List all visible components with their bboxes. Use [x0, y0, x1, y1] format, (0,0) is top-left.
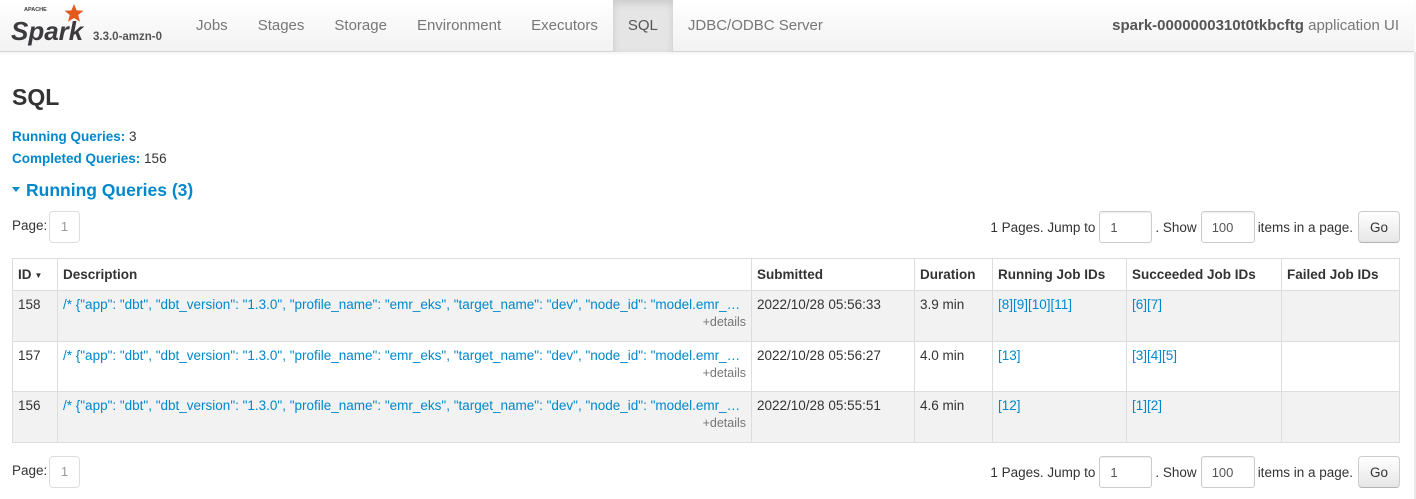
- running-job-ids-cell: [8][9][10][11]: [992, 290, 1127, 342]
- nav-tab-stages[interactable]: Stages: [243, 0, 320, 52]
- query-description-link[interactable]: /* {"app": "dbt", "dbt_version": "1.3.0"…: [63, 398, 746, 413]
- duration: 4.0 min: [914, 340, 993, 392]
- page-number-button[interactable]: 1: [49, 456, 80, 488]
- completed-queries-link[interactable]: Completed Queries:: [12, 151, 140, 166]
- pager-controls: 1 Pages. Jump to . Show items in a page.…: [990, 211, 1400, 243]
- pages-jump-text: 1 Pages. Jump to: [990, 219, 1096, 235]
- column-header-duration[interactable]: Duration: [914, 258, 993, 291]
- app-title-suffix: application UI: [1303, 17, 1399, 34]
- pager-bottom: Page: 1 1 Pages. Jump to . Show items in…: [12, 456, 1400, 489]
- nav-tab-environment[interactable]: Environment: [402, 0, 516, 52]
- completed-queries-count: 156: [144, 150, 167, 166]
- running-job-ids-cell: [13]: [992, 340, 1127, 392]
- running-queries-section-toggle[interactable]: Running Queries (3): [12, 180, 193, 201]
- page-label: Page:: [12, 218, 48, 233]
- column-header-submitted[interactable]: Submitted: [751, 258, 915, 291]
- svg-text:Spark: Spark: [11, 16, 85, 46]
- page-size-input[interactable]: [1200, 211, 1255, 243]
- pager-controls: 1 Pages. Jump to . Show items in a page.…: [990, 456, 1400, 488]
- details-toggle[interactable]: +details: [63, 315, 746, 329]
- submitted-time: 2022/10/28 05:55:51: [751, 391, 915, 443]
- running-queries-table: ID ▼ Description Submitted Duration Runni…: [12, 258, 1400, 443]
- duration: 4.6 min: [914, 391, 993, 443]
- page-title: SQL: [12, 84, 60, 110]
- running-job-ids-link[interactable]: [13]: [998, 348, 1021, 363]
- running-job-ids-cell: [12]: [992, 391, 1127, 443]
- app-title: spark-0000000310t0tkbcftg application UI: [1112, 0, 1399, 52]
- submitted-time: 2022/10/28 05:56:33: [751, 290, 915, 342]
- succeeded-job-ids-link[interactable]: [6][7]: [1132, 297, 1162, 312]
- running-queries-section-title: Running Queries (3): [26, 180, 194, 200]
- nav-tab-jobs[interactable]: Jobs: [181, 0, 243, 52]
- succeeded-job-ids-cell: [6][7]: [1126, 290, 1282, 342]
- running-job-ids-link[interactable]: [8][9][10][11]: [998, 297, 1072, 312]
- query-id: 157: [12, 340, 58, 392]
- table-row: 157 /* {"app": "dbt", "dbt_version": "1.3…: [12, 340, 1400, 392]
- nav-tab-storage[interactable]: Storage: [319, 0, 402, 52]
- nav-tab-sql[interactable]: SQL: [612, 0, 673, 52]
- nav-tab-executors[interactable]: Executors: [516, 0, 613, 52]
- running-queries-count: 3: [129, 129, 137, 144]
- page-number-button[interactable]: 1: [49, 211, 80, 243]
- spark-version: 3.3.0-amzn-0: [93, 31, 163, 43]
- query-description-link[interactable]: /* {"app": "dbt", "dbt_version": "1.3.0"…: [63, 348, 746, 363]
- table-row: 156 /* {"app": "dbt", "dbt_version": "1.3…: [12, 391, 1400, 443]
- nav-tab-jdbc-odbc-server[interactable]: JDBC/ODBC Server: [673, 0, 838, 52]
- succeeded-job-ids-cell: [1][2]: [1126, 391, 1282, 443]
- running-queries-link[interactable]: Running Queries:: [12, 129, 125, 144]
- items-per-page-text: items in a page.: [1257, 464, 1353, 480]
- pager-top: Page: 1 1 Pages. Jump to . Show items in…: [12, 211, 1400, 244]
- show-text: . Show: [1155, 464, 1197, 480]
- items-per-page-text: items in a page.: [1257, 219, 1353, 235]
- query-summary: Running Queries: 3 Completed Queries: 15…: [12, 126, 167, 169]
- pages-jump-text: 1 Pages. Jump to: [990, 464, 1096, 480]
- main-nav-tabs: Jobs Stages Storage Environment Executors SQL…: [181, 0, 838, 52]
- jump-to-page-input[interactable]: [1099, 211, 1153, 243]
- sort-desc-icon: ▼: [34, 271, 43, 280]
- details-toggle[interactable]: +details: [63, 366, 746, 380]
- running-job-ids-link[interactable]: [12]: [998, 398, 1021, 413]
- failed-job-ids-cell: [1281, 290, 1400, 342]
- show-text: . Show: [1155, 219, 1197, 235]
- column-header-running-job-ids: Running Job IDs: [992, 258, 1127, 291]
- spark-logo-icon: APACHE Spark: [11, 4, 85, 46]
- query-id: 156: [12, 391, 58, 443]
- page-label: Page:: [12, 463, 48, 478]
- go-button[interactable]: Go: [1358, 211, 1400, 243]
- spark-logo-link[interactable]: APACHE Spark 3.3.0-amzn-0: [10, 2, 180, 50]
- jump-to-page-input[interactable]: [1099, 456, 1153, 488]
- column-header-failed-job-ids: Failed Job IDs: [1281, 258, 1400, 291]
- go-button[interactable]: Go: [1358, 456, 1400, 488]
- table-row: 158 /* {"app": "dbt", "dbt_version": "1.3…: [12, 290, 1400, 342]
- column-header-id[interactable]: ID ▼: [12, 258, 58, 291]
- details-toggle[interactable]: +details: [63, 416, 746, 430]
- svg-text:APACHE: APACHE: [24, 7, 47, 13]
- query-description-cell: /* {"app": "dbt", "dbt_version": "1.3.0"…: [57, 290, 752, 342]
- duration: 3.9 min: [914, 290, 993, 342]
- submitted-time: 2022/10/28 05:56:27: [751, 340, 915, 392]
- table-header-row: ID ▼ Description Submitted Duration Runni…: [12, 258, 1400, 291]
- succeeded-job-ids-cell: [3][4][5]: [1126, 340, 1282, 392]
- app-id: spark-0000000310t0tkbcftg: [1112, 17, 1304, 34]
- query-id: 158: [12, 290, 58, 342]
- column-header-description[interactable]: Description: [57, 258, 752, 291]
- query-description-cell: /* {"app": "dbt", "dbt_version": "1.3.0"…: [57, 340, 752, 392]
- page-size-input[interactable]: [1200, 456, 1255, 488]
- failed-job-ids-cell: [1281, 391, 1400, 443]
- top-navbar: APACHE Spark 3.3.0-amzn-0 Jobs Stages Stor…: [0, 0, 1414, 52]
- succeeded-job-ids-link[interactable]: [1][2]: [1132, 398, 1162, 413]
- succeeded-job-ids-link[interactable]: [3][4][5]: [1132, 348, 1177, 363]
- query-description-cell: /* {"app": "dbt", "dbt_version": "1.3.0"…: [57, 391, 752, 443]
- caret-down-icon: [12, 187, 20, 192]
- query-description-link[interactable]: /* {"app": "dbt", "dbt_version": "1.3.0"…: [63, 297, 746, 312]
- failed-job-ids-cell: [1281, 340, 1400, 392]
- column-header-succeeded-job-ids: Succeeded Job IDs: [1126, 258, 1282, 291]
